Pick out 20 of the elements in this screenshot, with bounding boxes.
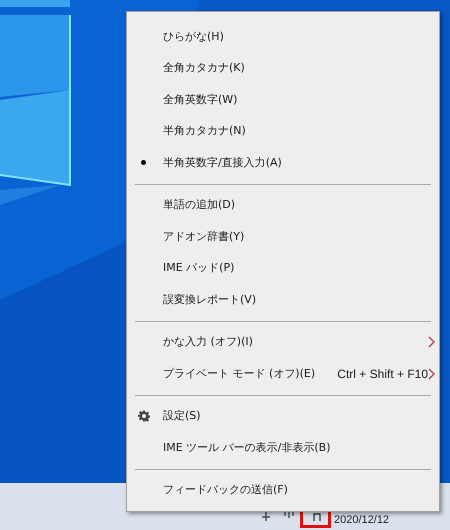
menu-item[interactable]: かな入力 (オフ)(I) (127, 326, 439, 358)
menu-item[interactable]: 誤変換レポート(V) (127, 284, 439, 316)
chevron-right-icon (428, 368, 435, 380)
menu-item[interactable]: 全角英数字(W) (127, 84, 439, 116)
menu-item[interactable]: フィードバックの送信(F) (127, 474, 439, 506)
menu-item[interactable]: IME パッド(P) (127, 252, 439, 284)
ime-mode-icon[interactable] (313, 513, 321, 521)
shortcut-text: Ctrl + Shift + F10 (337, 366, 428, 383)
chevron-right-icon (428, 336, 435, 348)
settings-icon (138, 410, 150, 422)
menu-item[interactable]: 単語の追加(D) (127, 190, 439, 221)
menu-item[interactable]: アドオン辞書(Y) (127, 221, 439, 252)
menu-item[interactable]: 設定(S) (127, 400, 439, 432)
menu-item[interactable]: 半角英数字/直接入力(A) (127, 147, 439, 178)
menu-item[interactable]: 全角カタカナ(K) (127, 52, 439, 84)
menu-item[interactable]: ひらがな(H) (127, 21, 439, 52)
menu-item[interactable]: プライベート モード (オフ)(E) Ctrl + Shift + F10 (127, 358, 439, 390)
menu-item[interactable]: IME ツール バーの表示/非表示(B) (127, 432, 439, 464)
menu-item[interactable]: 半角カタカナ(N) (127, 116, 439, 147)
date-text: 2020/12/12 (334, 513, 390, 528)
